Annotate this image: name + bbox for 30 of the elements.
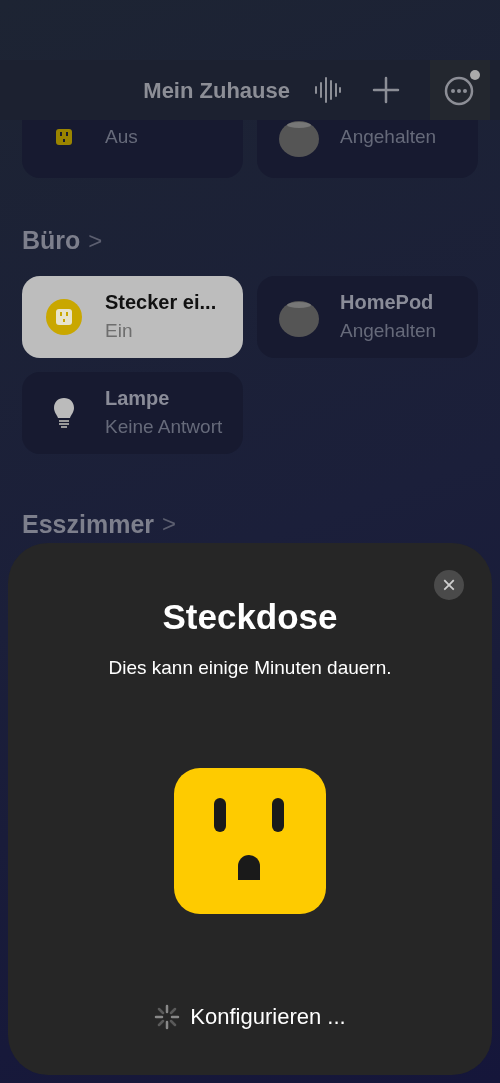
accessory-name: Lampe (105, 386, 171, 412)
accessory-name: Stecker ei... (105, 290, 217, 316)
sheet-title: Steckdose (162, 596, 338, 638)
accessory-tile[interactable]: Stecker ei... Ein (22, 275, 243, 358)
plus-icon[interactable] (372, 76, 400, 104)
accessory-status: Aus (105, 124, 138, 149)
accessory-tile[interactable]: Lampe Keine Antwort (22, 371, 243, 454)
sheet-subtitle: Dies kann einige Minuten dauern. (108, 655, 392, 680)
room-title[interactable]: Esszimmer (22, 505, 155, 543)
accessory-tile[interactable]: HomePod Angehalten (257, 275, 478, 358)
outlet-icon (45, 298, 82, 335)
room-title[interactable]: Büro (22, 222, 81, 260)
accessory-tile[interactable]: Aus (22, 120, 243, 178)
chevron-icon: > (162, 506, 177, 543)
home-title: Mein Zuhause (143, 76, 290, 105)
light-bulb-icon (53, 397, 74, 428)
speaker-icon (278, 120, 319, 157)
status-text: Konfigurieren ... (190, 1003, 346, 1031)
accessory-name: HomePod (340, 290, 435, 316)
close-button[interactable]: × (434, 570, 464, 600)
accessory-status: Angehalten (340, 319, 437, 344)
accessory-tile[interactable]: Angehalten (257, 120, 478, 178)
accessory-status: Ein (105, 319, 134, 344)
accessory-status: Angehalten (340, 124, 437, 149)
spinner-icon (154, 1003, 181, 1030)
more-button[interactable] (430, 60, 490, 120)
accessory-status: Keine Antwort (105, 415, 223, 440)
chevron-icon: > (88, 222, 103, 259)
outlet-icon (174, 768, 326, 914)
waveform-icon[interactable] (314, 75, 342, 105)
